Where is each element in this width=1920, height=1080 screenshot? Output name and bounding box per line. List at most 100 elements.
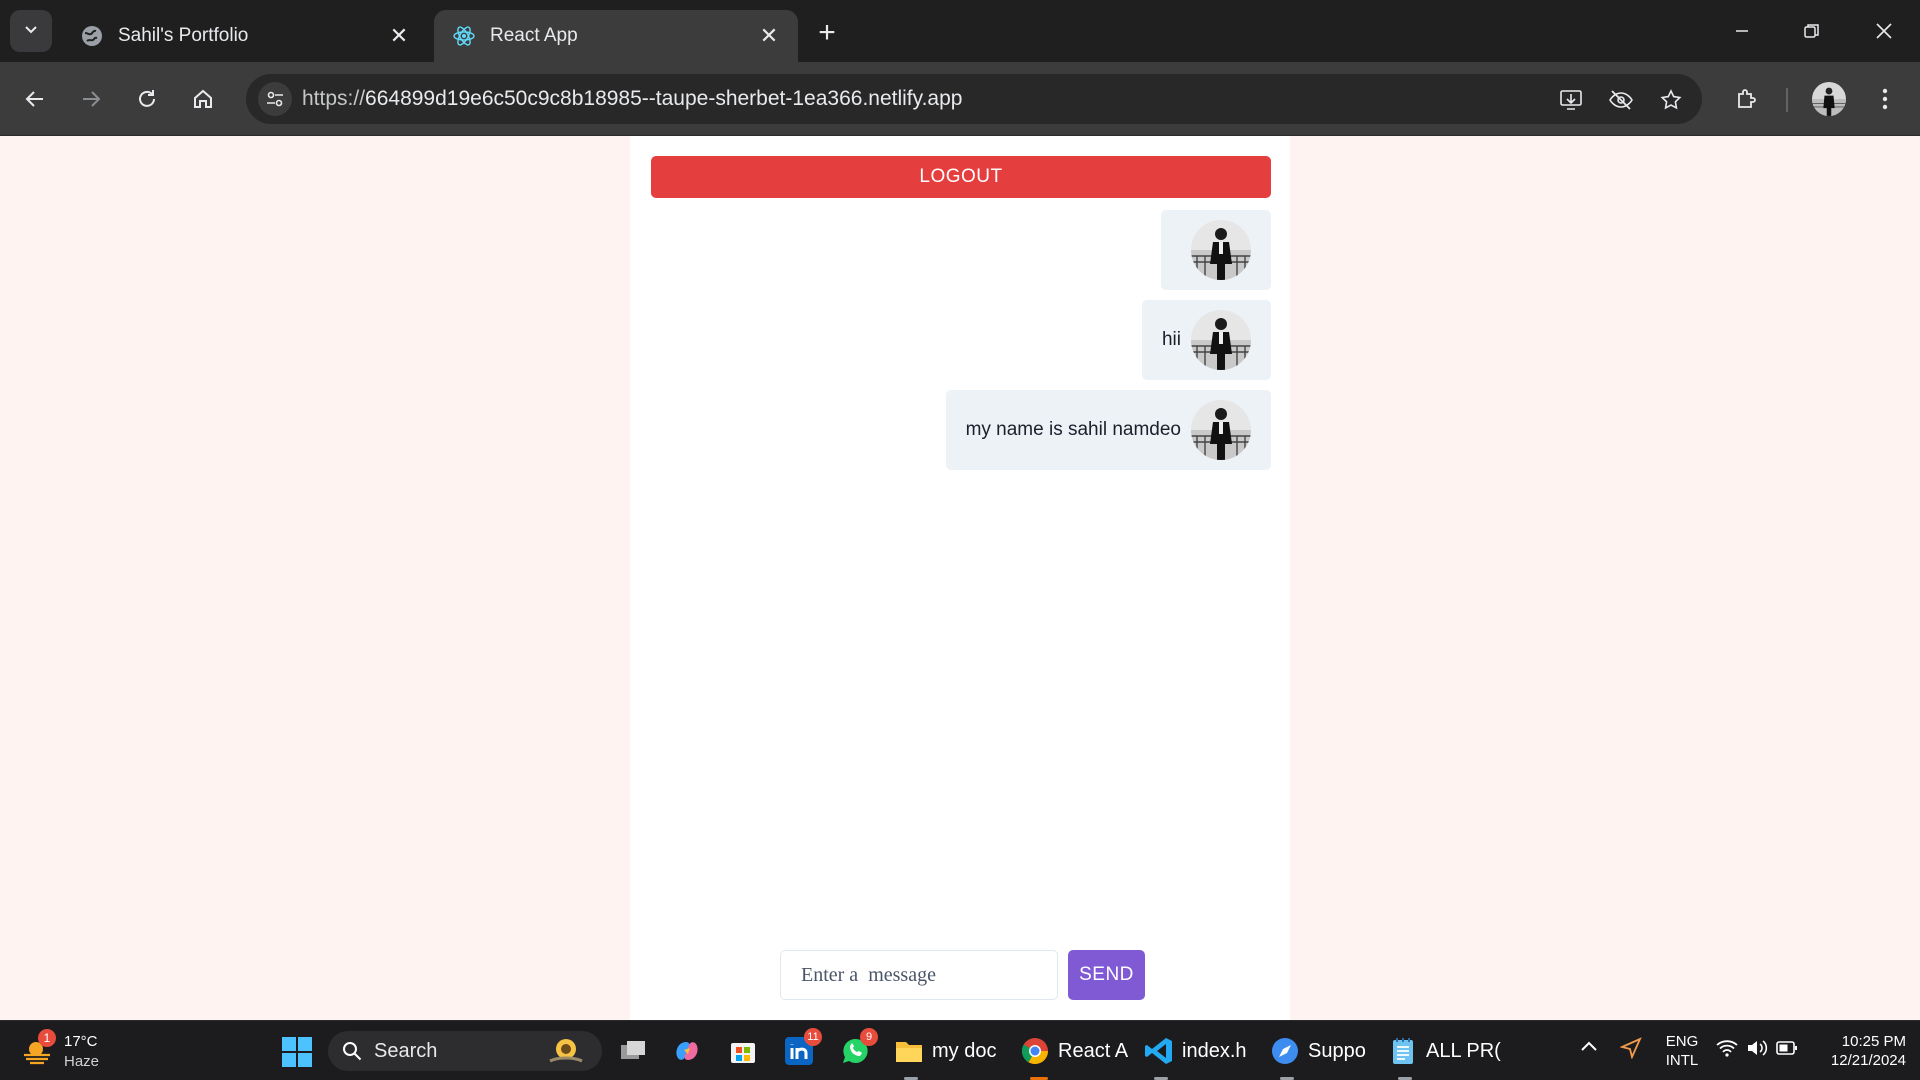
arrow-left-icon [25,91,43,107]
home-icon [194,89,212,108]
taskbar-app-store[interactable] [728,1031,766,1071]
site-settings-icon[interactable] [258,82,292,116]
windows-start-button[interactable] [282,1037,312,1067]
store-icon [728,1036,758,1066]
linkedin-badge: 11 [804,1028,822,1046]
chrome-icon [1020,1036,1050,1066]
battery-icon[interactable] [1776,1040,1798,1061]
new-tab-button[interactable]: + [808,14,846,52]
clock-date: 12/21/2024 [1830,1052,1906,1069]
notepad-icon [1388,1036,1418,1066]
whatsapp-badge: 9 [860,1028,878,1046]
clock-time: 10:25 PM [1841,1033,1906,1050]
reload-icon [139,90,155,107]
search-highlight-icon [544,1035,588,1067]
taskbar-app-linkedin[interactable]: 11 [784,1028,822,1071]
bookmark-star-icon[interactable] [1654,83,1688,117]
url-scheme: https:// [302,87,366,110]
volume-icon[interactable] [1746,1038,1768,1063]
extensions-button[interactable] [1724,76,1770,122]
weather-condition: Haze [64,1053,100,1070]
weather-widget[interactable]: 1 17°C Haze [22,1029,102,1073]
message-composer: SEND [780,950,1145,1000]
app-label: index.h [1182,1039,1247,1062]
minimize-button[interactable] [1712,8,1772,54]
close-icon[interactable]: ✕ [382,19,416,53]
taskbar-app-task-view[interactable] [618,1031,656,1071]
browser-toolbar: https://664899d19e6c50c9c8b18985--taupe-… [0,62,1920,136]
address-bar[interactable]: https://664899d19e6c50c9c8b18985--taupe-… [246,74,1702,124]
chevron-down-icon [23,21,39,42]
app-label: React A [1058,1039,1129,1062]
app-label: my doc [932,1039,997,1062]
toolbar-divider [1786,88,1788,112]
taskbar-app-notepad[interactable]: ALL PR( [1388,1031,1501,1080]
weather-badge: 1 [38,1029,56,1047]
back-button[interactable] [12,76,58,122]
url-text: https://664899d19e6c50c9c8b18985--taupe-… [302,87,962,111]
install-app-icon[interactable] [1554,83,1588,117]
wifi-icon[interactable] [1716,1039,1738,1062]
taskbar-app-file-explorer[interactable]: my doc [894,1031,997,1080]
globe-icon [80,24,104,48]
task-view-icon [618,1036,648,1066]
menu-button[interactable] [1862,76,1908,122]
tab-title: Sahil's Portfolio [118,25,249,46]
tab-sahils-portfolio[interactable]: Sahil's Portfolio ✕ [62,10,428,62]
search-icon [342,1041,362,1061]
avatar [1191,220,1251,280]
puzzle-icon [1738,89,1756,108]
support-icon [1270,1036,1300,1066]
forward-button[interactable] [68,76,114,122]
message-text: my name is sahil namdeo [965,419,1181,440]
clock[interactable]: 10:25 PM 12/21/2024 [1810,1032,1906,1070]
restore-button[interactable] [1782,8,1842,54]
chat-panel: LOGOUT hii my name is sahil namdeo SEND [630,136,1290,1020]
taskbar-app-vscode[interactable]: index.h [1144,1031,1247,1080]
taskbar-app-chrome[interactable]: React A [1020,1031,1129,1080]
home-button[interactable] [180,76,226,122]
whatsapp-icon: 9 [840,1028,878,1066]
reload-button[interactable] [124,76,170,122]
react-icon [452,24,476,48]
more-vertical-icon [1882,88,1888,110]
tab-search-button[interactable] [10,10,52,52]
language-indicator[interactable]: ENG INTL [1662,1032,1702,1070]
search-label: Search [374,1039,438,1062]
tray-chevron-up-icon[interactable] [1580,1039,1598,1058]
linkedin-icon: 11 [784,1028,822,1066]
arrow-right-icon [83,91,101,107]
tab-title: React App [490,25,578,46]
folder-icon [894,1036,924,1066]
copilot-icon [672,1036,702,1066]
chat-message: hii [1141,300,1271,380]
avatar [1191,400,1251,460]
tab-strip: Sahil's Portfolio ✕ React App ✕ + [0,0,1920,62]
location-arrow-icon[interactable] [1619,1037,1642,1064]
close-icon[interactable]: ✕ [752,19,786,53]
windows-logo-icon [282,1037,312,1067]
url-host: 664899d19e6c50c9c8b18985--taupe-sherbet-… [365,87,963,110]
close-window-button[interactable] [1854,8,1914,54]
eye-off-icon[interactable] [1604,83,1638,117]
weather-temp: 17°C [64,1033,98,1050]
taskbar-app-copilot[interactable] [672,1031,710,1071]
logout-button[interactable]: LOGOUT [651,156,1271,198]
chat-message: my name is sahil namdeo [945,390,1271,470]
windows-taskbar: 1 17°C Haze Search 11 9 my doc React A i… [0,1020,1920,1080]
message-input[interactable] [780,950,1058,1000]
profile-avatar[interactable] [1812,82,1846,116]
taskbar-search[interactable]: Search [328,1031,602,1071]
send-button[interactable]: SEND [1068,950,1145,1000]
keyboard-layout: INTL [1665,1052,1699,1069]
message-text: hii [1161,329,1181,350]
chat-message [1161,210,1271,290]
tab-react-app[interactable]: React App ✕ [434,10,798,62]
taskbar-app-support[interactable]: Suppo [1270,1031,1366,1080]
page-viewport: LOGOUT hii my name is sahil namdeo SEND [0,136,1920,1020]
app-label: ALL PR( [1426,1039,1501,1062]
vscode-icon [1144,1036,1174,1066]
taskbar-app-whatsapp[interactable]: 9 [840,1028,878,1071]
language-code: ENG [1665,1033,1699,1050]
avatar [1191,310,1251,370]
